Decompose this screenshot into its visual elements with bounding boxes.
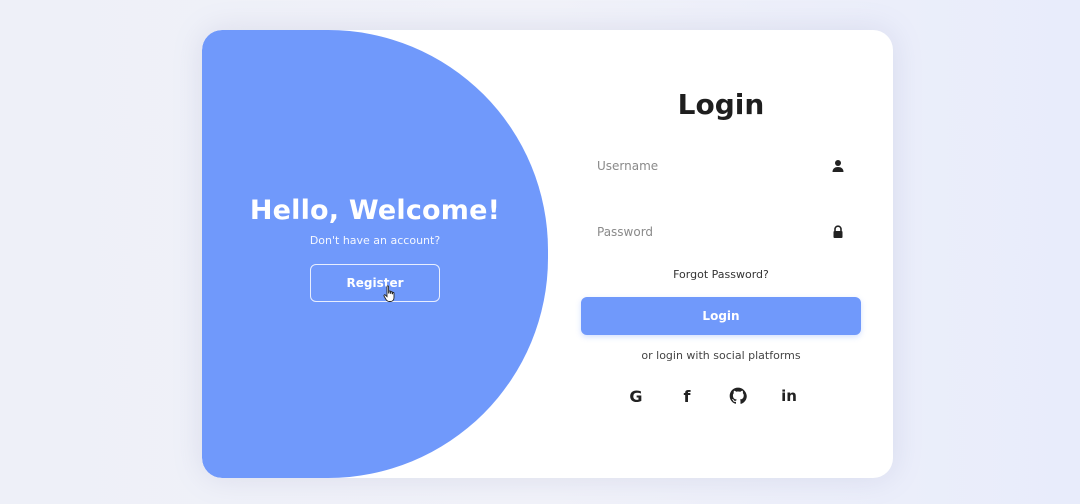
register-button[interactable]: Register — [310, 264, 440, 302]
lock-icon — [833, 225, 843, 238]
facebook-icon[interactable]: f — [674, 383, 700, 409]
hand-cursor-icon — [383, 285, 395, 302]
login-title: Login — [677, 88, 765, 121]
social-icons: G f in — [623, 383, 825, 409]
welcome-title: Hello, Welcome! — [249, 195, 501, 226]
welcome-subtitle: Don't have an account? — [309, 234, 441, 247]
welcome-panel: Hello, Welcome! Don't have an account? R… — [202, 30, 548, 478]
social-login-text: or login with social platforms — [641, 349, 801, 362]
username-field[interactable] — [581, 143, 861, 189]
password-field[interactable] — [581, 209, 861, 255]
password-input[interactable] — [597, 225, 823, 239]
user-icon — [832, 160, 844, 172]
linkedin-icon[interactable]: in — [776, 383, 802, 409]
login-form: Login Forgot Password? Login or login wi… — [581, 30, 861, 478]
username-input[interactable] — [597, 159, 823, 173]
github-icon[interactable] — [725, 383, 751, 409]
forgot-password-link[interactable]: Forgot Password? — [581, 268, 861, 281]
login-button[interactable]: Login — [581, 297, 861, 335]
login-card: Hello, Welcome! Don't have an account? R… — [202, 30, 893, 478]
google-icon[interactable]: G — [623, 383, 649, 409]
